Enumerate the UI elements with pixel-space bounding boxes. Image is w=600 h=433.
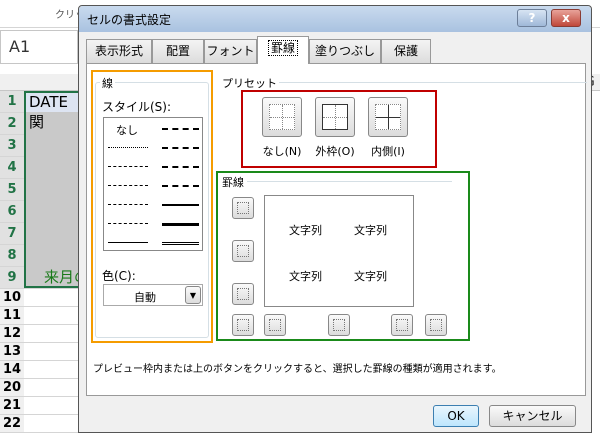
row-header[interactable]: 7 (0, 223, 24, 245)
row-header[interactable]: 1 (0, 91, 24, 113)
preset-label: プリセット (220, 75, 279, 91)
cell[interactable] (24, 307, 84, 325)
row-header[interactable]: 22 (0, 415, 24, 433)
line-style-option[interactable] (108, 166, 148, 167)
border-bottom-button[interactable] (232, 283, 254, 305)
cell[interactable] (24, 415, 84, 433)
row-header[interactable]: 5 (0, 179, 24, 201)
hint-text: プレビュー枠内または上のボタンをクリックすると、選択した罫線の種類が適用されます… (93, 364, 502, 375)
border-diagonal-up-button[interactable] (232, 314, 254, 336)
line-style-option[interactable] (162, 223, 199, 226)
row-header[interactable]: 13 (0, 343, 24, 361)
border-diagonal-down-button[interactable] (425, 314, 447, 336)
tab-fill[interactable]: 塗りつぶし (309, 39, 381, 63)
row-header[interactable]: 20 (0, 379, 24, 397)
preview-text: 文字列 (289, 224, 322, 237)
line-group-label: 線 (100, 75, 115, 91)
tab-border-label: 罫線 (267, 40, 298, 56)
preview-text: 文字列 (354, 224, 387, 237)
row-header[interactable]: 6 (0, 201, 24, 223)
tab-protection[interactable]: 保護 (381, 39, 431, 63)
row-header[interactable]: 21 (0, 397, 24, 415)
preset-none-button[interactable] (262, 97, 302, 137)
border-tab-panel: 線 スタイル(S): なし 色(C): 自動 ▼ プリセット なし(N) 外枠(O… (86, 63, 587, 396)
title-bar: セルの書式設定 ? x (79, 6, 591, 32)
ok-button[interactable]: OK (433, 405, 479, 427)
row-header[interactable]: 9 (0, 267, 24, 289)
cell[interactable] (24, 361, 84, 379)
color-select[interactable]: 自動 ▼ (103, 284, 203, 306)
line-style-option[interactable] (108, 204, 148, 205)
border-top-button[interactable] (232, 197, 254, 219)
line-style-option[interactable] (108, 147, 148, 148)
row-header[interactable]: 10 (0, 289, 24, 307)
preset-none-label: なし(N) (262, 145, 302, 158)
preset-inside-button[interactable] (368, 97, 408, 137)
tab-font[interactable]: フォント (204, 39, 257, 63)
cell[interactable] (24, 289, 84, 307)
cell[interactable] (24, 379, 84, 397)
preset-outline-button[interactable] (315, 97, 355, 137)
tab-alignment[interactable]: 配置 (152, 39, 204, 63)
style-label: スタイル(S): (102, 100, 172, 114)
format-cells-dialog: セルの書式設定 ? x 表示形式 配置 フォント 罫線 塗りつぶし 保護 線 ス… (78, 5, 592, 433)
cell-a1[interactable]: DATE関 (26, 93, 82, 131)
tab-border[interactable]: 罫線 (257, 36, 309, 64)
dialog-title: セルの書式設定 (87, 13, 172, 27)
border-middle-v-button[interactable] (328, 314, 350, 336)
cancel-button[interactable]: キャンセル (489, 405, 576, 427)
border-preview[interactable]: 文字列 文字列 文字列 文字列 (264, 195, 414, 307)
line-style-option[interactable] (162, 242, 199, 245)
border-group-label: 罫線 (220, 174, 246, 190)
row-header[interactable]: 8 (0, 245, 24, 267)
row-header[interactable]: 3 (0, 135, 24, 157)
preset-outline-label: 外枠(O) (315, 145, 355, 158)
line-style-option[interactable] (162, 204, 199, 206)
color-label: 色(C): (102, 269, 136, 283)
border-left-button[interactable] (264, 314, 286, 336)
color-value: 自動 (134, 291, 156, 304)
line-style-option[interactable] (162, 166, 199, 168)
cell[interactable] (24, 343, 84, 361)
close-button[interactable]: x (551, 9, 581, 27)
line-style-option[interactable] (162, 128, 199, 130)
chevron-down-icon[interactable]: ▼ (185, 286, 201, 304)
line-style-none[interactable]: なし (116, 122, 138, 138)
preview-text: 文字列 (289, 270, 322, 283)
border-middle-h-button[interactable] (232, 240, 254, 262)
border-right-button[interactable] (391, 314, 413, 336)
cell[interactable] (24, 397, 84, 415)
cell[interactable] (24, 325, 84, 343)
preview-text: 文字列 (354, 270, 387, 283)
tab-number[interactable]: 表示形式 (86, 39, 152, 63)
name-box[interactable]: A1 (0, 30, 78, 64)
preset-inside-label: 内側(I) (371, 145, 405, 158)
help-button[interactable]: ? (517, 9, 547, 27)
line-style-option[interactable] (108, 223, 148, 224)
line-style-option[interactable] (108, 185, 148, 186)
row-header[interactable]: 11 (0, 307, 24, 325)
row-header[interactable]: 2 (0, 113, 24, 135)
row-header[interactable]: 14 (0, 361, 24, 379)
line-style-list[interactable]: なし (103, 117, 203, 251)
line-style-option[interactable] (108, 242, 148, 243)
line-style-option[interactable] (162, 185, 199, 187)
border-divider (247, 181, 452, 182)
line-style-option[interactable] (162, 147, 199, 149)
row-header[interactable]: 12 (0, 325, 24, 343)
row-header[interactable]: 4 (0, 157, 24, 179)
